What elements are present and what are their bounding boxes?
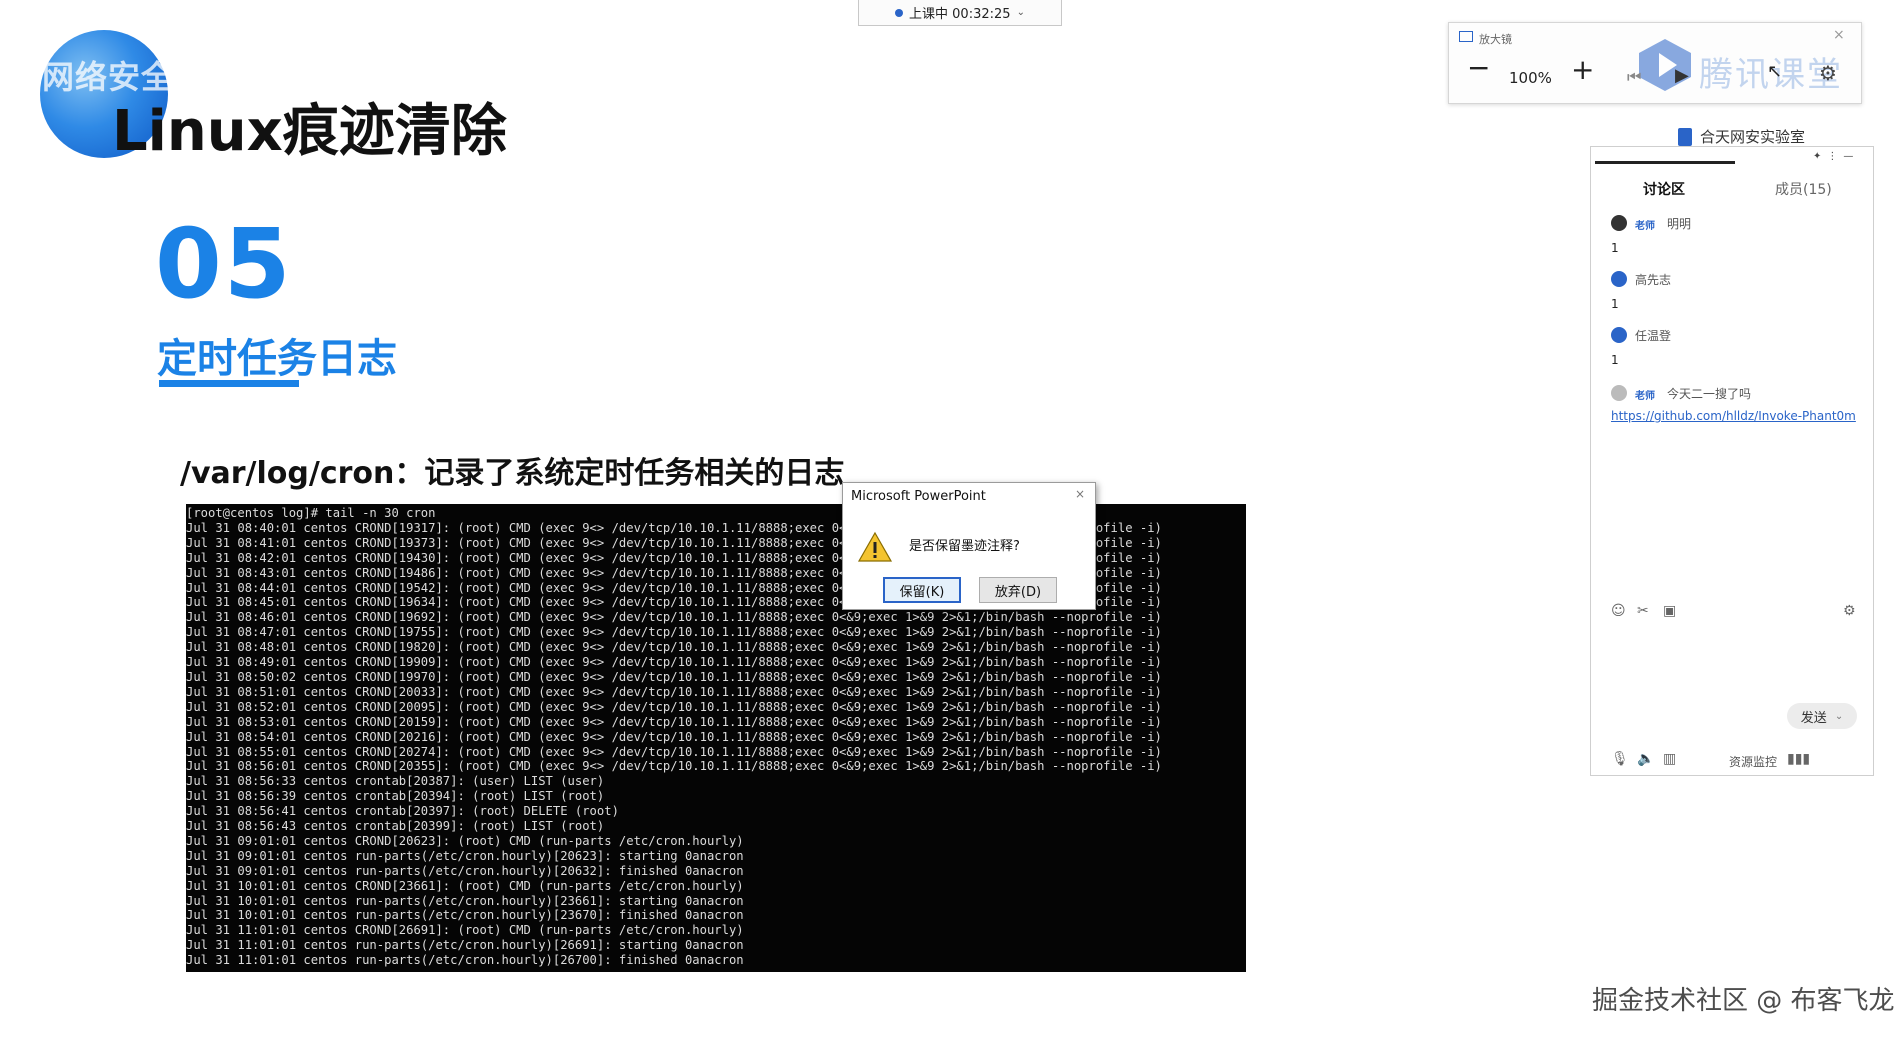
terminal-line: Jul 31 08:56:01 centos CROND[20355]: (ro… xyxy=(186,759,1162,774)
terminal-line: Jul 31 09:01:01 centos CROND[20623]: (ro… xyxy=(186,833,744,848)
message-text: 1 xyxy=(1611,297,1619,311)
terminal-line: Jul 31 08:51:01 centos CROND[20033]: (ro… xyxy=(186,684,1162,699)
class-timer[interactable]: 上课中 00:32:25 ⌄ xyxy=(858,0,1062,26)
slide-title: Linux痕迹清除 xyxy=(112,99,507,164)
terminal-line: Jul 31 08:56:33 centos crontab[20387]: (… xyxy=(186,774,605,789)
avatar xyxy=(1611,385,1627,401)
close-icon[interactable]: × xyxy=(1833,27,1845,43)
terminal-line: Jul 31 08:48:01 centos CROND[19820]: (ro… xyxy=(186,640,1162,655)
panel-actions-icon[interactable]: ✦⋮— xyxy=(1813,151,1859,162)
org-label: 合天网安实验室 xyxy=(1700,128,1806,146)
terminal-line: Jul 31 08:56:41 centos crontab[20397]: (… xyxy=(186,804,619,819)
avatar xyxy=(1611,271,1627,287)
message-link[interactable]: https://github.com/hlldz/Invoke-Phant0m xyxy=(1611,409,1856,423)
warning-icon xyxy=(857,531,893,562)
powerpoint-dialog: Microsoft PowerPoint × 是否保留墨迹注释? 保留(K) 放… xyxy=(842,482,1096,610)
terminal-line: Jul 31 08:53:01 centos CROND[20159]: (ro… xyxy=(186,714,1162,729)
speaker-icon[interactable]: 🔈 xyxy=(1637,751,1654,767)
message-sender: 任温登 xyxy=(1635,329,1672,343)
scissors-icon[interactable]: ✂ xyxy=(1637,603,1649,619)
chat-panel: ✦⋮— 讨论区 成员(15) 老师 明明 1 高先志 1 任温登 1 老师 今天… xyxy=(1590,146,1874,776)
avatar xyxy=(1611,215,1627,231)
cursor-icon: ↖ xyxy=(1767,61,1783,82)
terminal-line: Jul 31 11:01:01 centos run-parts(/etc/cr… xyxy=(186,938,744,953)
zoom-out-button[interactable]: − xyxy=(1467,51,1490,84)
terminal-line: Jul 31 08:55:01 centos CROND[20274]: (ro… xyxy=(186,744,1162,759)
magnifier-toolbar: 放大镜 × − 100% + 腾讯课堂 ⏮ ▶ ↖ ⚙ xyxy=(1448,22,1862,104)
section-number: 05 xyxy=(155,208,293,320)
zoom-in-button[interactable]: + xyxy=(1571,53,1594,86)
message-sender: 明明 xyxy=(1667,217,1692,231)
terminal-line: Jul 31 09:01:01 centos run-parts(/etc/cr… xyxy=(186,848,744,863)
terminal-line: Jul 31 11:01:01 centos CROND[26691]: (ro… xyxy=(186,923,744,938)
magnifier-icon xyxy=(1459,31,1473,42)
slide-heading: /var/log/cron：记录了系统定时任务相关的日志 xyxy=(180,456,845,491)
dialog-message: 是否保留墨迹注释? xyxy=(909,539,1020,554)
previous-icon[interactable]: ⏮ xyxy=(1627,67,1641,87)
message-sender: 今天二一搜了吗 xyxy=(1667,387,1752,401)
zoom-level: 100% xyxy=(1509,69,1552,87)
microphone-icon[interactable]: 🎙 xyxy=(1611,751,1629,767)
tab-members[interactable]: 成员(15) xyxy=(1775,179,1832,199)
message-role-badge: 老师 xyxy=(1635,391,1655,402)
watermark: 掘金技术社区 @ 布客飞龙 xyxy=(1592,986,1895,1016)
terminal-line: Jul 31 08:49:01 centos CROND[19909]: (ro… xyxy=(186,655,1162,670)
resource-monitor-label[interactable]: 资源监控 xyxy=(1729,753,1777,770)
discard-button[interactable]: 放弃(D) xyxy=(979,577,1057,603)
terminal-line: Jul 31 08:46:01 centos CROND[19692]: (ro… xyxy=(186,610,1162,625)
terminal-line: Jul 31 10:01:01 centos run-parts(/etc/cr… xyxy=(186,893,744,908)
tab-discussion[interactable]: 讨论区 xyxy=(1643,179,1685,199)
terminal-line: Jul 31 08:54:01 centos CROND[20216]: (ro… xyxy=(186,729,1162,744)
terminal-line: Jul 31 08:47:01 centos CROND[19755]: (ro… xyxy=(186,625,1162,640)
send-label: 发送 xyxy=(1800,710,1827,726)
close-icon[interactable]: × xyxy=(1075,487,1085,501)
gear-icon[interactable]: ⚙ xyxy=(1819,61,1837,85)
terminal-line: Jul 31 11:01:01 centos run-parts(/etc/cr… xyxy=(186,953,744,968)
resource-bars-icon: ▮▮▮ xyxy=(1787,751,1811,767)
terminal-line: Jul 31 10:01:01 centos run-parts(/etc/cr… xyxy=(186,908,744,923)
emoji-icon[interactable]: ☺ xyxy=(1611,603,1626,619)
section-title: 定时任务日志 xyxy=(157,336,397,382)
image-icon[interactable]: ▣ xyxy=(1663,603,1676,619)
signal-icon[interactable]: ▥ xyxy=(1663,751,1676,767)
terminal-line: Jul 31 08:56:39 centos crontab[20394]: (… xyxy=(186,789,605,804)
chevron-down-icon: ⌄ xyxy=(1834,710,1844,722)
terminal-line: Jul 31 08:56:43 centos crontab[20399]: (… xyxy=(186,819,605,834)
section-underline xyxy=(159,380,299,387)
dialog-title: Microsoft PowerPoint xyxy=(851,489,986,504)
avatar xyxy=(1611,327,1627,343)
message-text: 1 xyxy=(1611,353,1619,367)
play-icon[interactable]: ▶ xyxy=(1675,65,1689,86)
message-role-badge: 老师 xyxy=(1635,221,1655,232)
chevron-down-icon: ⌄ xyxy=(1016,7,1025,18)
terminal-line: Jul 31 09:01:01 centos run-parts(/etc/cr… xyxy=(186,863,744,878)
settings-icon[interactable]: ⚙ xyxy=(1843,603,1856,619)
terminal-line: Jul 31 08:52:01 centos CROND[20095]: (ro… xyxy=(186,699,1162,714)
terminal-line: Jul 31 08:50:02 centos CROND[19970]: (ro… xyxy=(186,669,1162,684)
message-sender: 高先志 xyxy=(1635,273,1672,287)
terminal-line: Jul 31 10:01:01 centos CROND[23661]: (ro… xyxy=(186,878,744,893)
active-tab-indicator xyxy=(1595,161,1735,164)
message-text: 1 xyxy=(1611,241,1619,255)
timer-label: 上课中 00:32:25 xyxy=(909,7,1011,22)
book-icon xyxy=(1678,128,1692,146)
keep-button[interactable]: 保留(K) xyxy=(883,577,961,603)
live-dot-icon xyxy=(895,8,904,17)
magnifier-title: 放大镜 xyxy=(1479,33,1512,46)
send-button[interactable]: 发送 ⌄ xyxy=(1787,703,1857,729)
